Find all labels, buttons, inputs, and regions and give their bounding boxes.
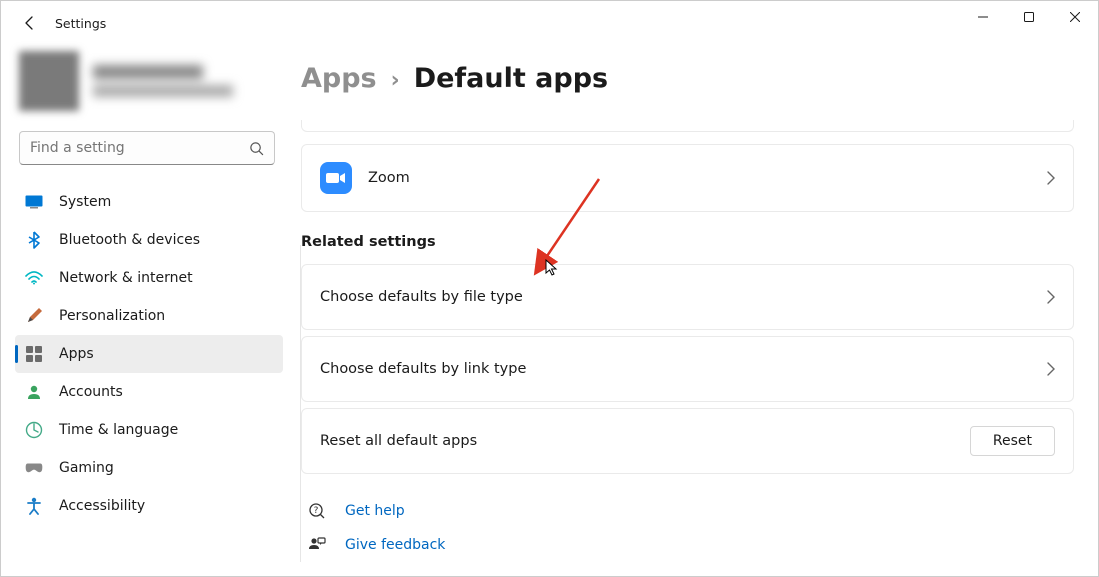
nav-label: Accounts (59, 384, 123, 400)
help-give-feedback[interactable]: Give feedback (301, 528, 1074, 562)
nav-label: Apps (59, 346, 94, 362)
nav-gaming[interactable]: Gaming (15, 449, 283, 487)
search-box[interactable] (19, 131, 275, 165)
avatar (19, 51, 79, 111)
app-row-zoom[interactable]: Zoom (301, 144, 1074, 212)
nav-label: Gaming (59, 460, 114, 476)
help-link[interactable]: Get help (345, 503, 405, 519)
sidebar: System Bluetooth & devices Network & int… (1, 45, 301, 576)
nav-bluetooth[interactable]: Bluetooth & devices (15, 221, 283, 259)
feedback-icon (307, 535, 327, 555)
display-icon (25, 193, 43, 211)
help-icon: ? (307, 501, 327, 521)
user-block[interactable] (1, 45, 289, 125)
titlebar: Settings (1, 1, 1098, 45)
sidebar-divider (300, 245, 301, 562)
person-icon (25, 383, 43, 401)
row-label: Choose defaults by link type (320, 361, 1047, 377)
bluetooth-icon (25, 231, 43, 249)
section-title-related: Related settings (301, 234, 1074, 250)
user-info (93, 65, 233, 97)
nav: System Bluetooth & devices Network & int… (1, 183, 289, 525)
breadcrumb: Apps › Default apps (301, 45, 1074, 120)
chevron-right-icon (1047, 171, 1055, 185)
card-cutoff (301, 120, 1074, 132)
nav-label: Personalization (59, 308, 165, 324)
window-title: Settings (55, 16, 106, 31)
chevron-right-icon (1047, 362, 1055, 376)
chevron-right-icon (1047, 290, 1055, 304)
page-title: Default apps (414, 63, 608, 94)
content: Apps › Default apps Zoom Related setting… (301, 45, 1098, 576)
gamepad-icon (25, 459, 43, 477)
row-reset-defaults: Reset all default apps Reset (301, 408, 1074, 474)
nav-accounts[interactable]: Accounts (15, 373, 283, 411)
search-input[interactable] (30, 140, 249, 156)
nav-label: System (59, 194, 111, 210)
nav-label: Accessibility (59, 498, 145, 514)
nav-label: Time & language (59, 422, 178, 438)
nav-apps[interactable]: Apps (15, 335, 283, 373)
row-defaults-by-file-type[interactable]: Choose defaults by file type (301, 264, 1074, 330)
close-button[interactable] (1052, 1, 1098, 33)
row-label: Choose defaults by file type (320, 289, 1047, 305)
app-row-label: Zoom (368, 170, 1047, 186)
nav-accessibility[interactable]: Accessibility (15, 487, 283, 525)
brush-icon (25, 307, 43, 325)
nav-time-language[interactable]: Time & language (15, 411, 283, 449)
zoom-icon (320, 162, 352, 194)
apps-icon (25, 345, 43, 363)
row-label: Reset all default apps (320, 433, 970, 449)
nav-network[interactable]: Network & internet (15, 259, 283, 297)
wifi-icon (25, 269, 43, 287)
nav-label: Network & internet (59, 270, 193, 286)
feedback-link[interactable]: Give feedback (345, 537, 445, 553)
window-controls (960, 1, 1098, 33)
chevron-right-icon: › (391, 68, 400, 93)
nav-system[interactable]: System (15, 183, 283, 221)
clock-globe-icon (25, 421, 43, 439)
reset-button[interactable]: Reset (970, 426, 1055, 456)
accessibility-icon (25, 497, 43, 515)
nav-personalization[interactable]: Personalization (15, 297, 283, 335)
back-button[interactable] (21, 14, 39, 32)
maximize-button[interactable] (1006, 1, 1052, 33)
search-icon (249, 141, 264, 156)
nav-label: Bluetooth & devices (59, 232, 200, 248)
breadcrumb-parent[interactable]: Apps (301, 63, 377, 94)
minimize-button[interactable] (960, 1, 1006, 33)
svg-text:?: ? (314, 506, 319, 516)
help-get-help[interactable]: ? Get help (301, 494, 1074, 528)
row-defaults-by-link-type[interactable]: Choose defaults by link type (301, 336, 1074, 402)
